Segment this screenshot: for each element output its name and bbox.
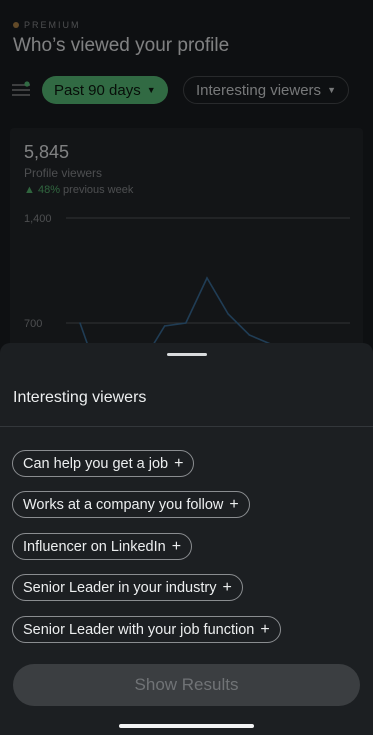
plus-icon: + (174, 454, 184, 472)
sheet-divider (0, 426, 373, 427)
plus-icon: + (260, 620, 270, 638)
option-label: Works at a company you follow (23, 496, 224, 513)
option-label: Senior Leader with your job function (23, 621, 255, 638)
option-influencer[interactable]: Influencer on LinkedIn + (12, 533, 193, 560)
option-help-get-job[interactable]: Can help you get a job + (12, 450, 195, 477)
home-indicator (119, 724, 254, 728)
option-senior-leader-industry[interactable]: Senior Leader in your industry + (12, 574, 243, 601)
sheet-title: Interesting viewers (13, 389, 147, 406)
bottom-sheet: Interesting viewers Can help you get a j… (0, 343, 373, 735)
option-senior-leader-function[interactable]: Senior Leader with your job function + (12, 616, 281, 643)
option-label: Senior Leader in your industry (23, 579, 217, 596)
plus-icon: + (171, 537, 182, 555)
plus-icon: + (222, 578, 232, 596)
show-results-button[interactable]: Show Results (13, 664, 360, 706)
plus-icon: + (229, 495, 239, 513)
option-label: Can help you get a job (23, 455, 169, 472)
option-label: Influencer on LinkedIn (23, 538, 166, 555)
sheet-grab-handle[interactable] (167, 353, 207, 356)
option-company-you-follow[interactable]: Works at a company you follow + (12, 491, 250, 518)
